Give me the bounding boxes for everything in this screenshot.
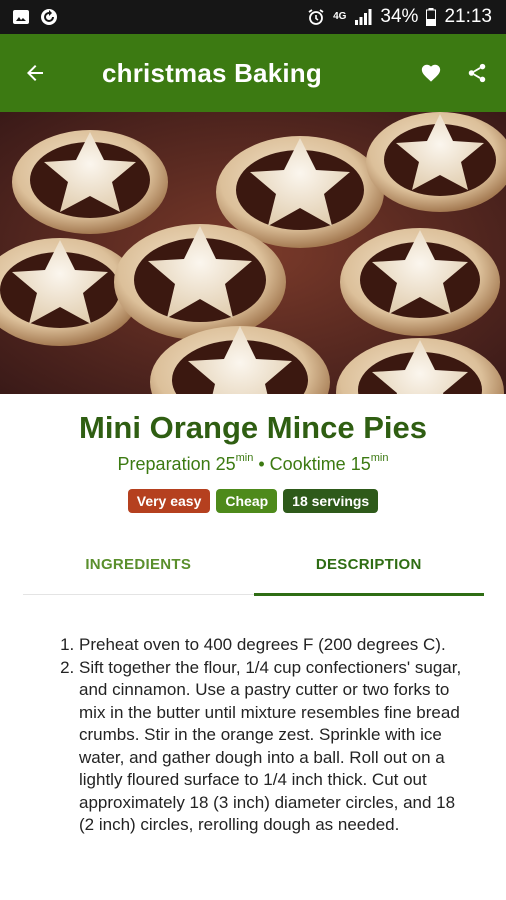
signal-icon — [355, 9, 372, 25]
step-item: Sift together the flour, 1/4 cup confect… — [79, 657, 469, 837]
sync-icon — [41, 9, 57, 25]
cook-unit: min — [370, 452, 389, 464]
share-button[interactable] — [464, 60, 490, 86]
cost-badge: Cheap — [216, 489, 278, 513]
heart-icon — [421, 64, 441, 82]
recipe-photo — [0, 112, 506, 394]
cook-time: Cooktime 15 — [269, 454, 371, 474]
battery-icon — [426, 8, 437, 26]
recipe-title: Mini Orange Mince Pies — [79, 410, 427, 445]
steps-list: Preheat oven to 400 degrees F (200 degre… — [49, 634, 469, 837]
difficulty-badge: Very easy — [127, 489, 211, 513]
back-button[interactable] — [0, 34, 70, 112]
prep-unit: min — [235, 452, 254, 464]
tab-description[interactable]: DESCRIPTION — [253, 534, 485, 596]
recipe-badges: Very easy Cheap 18 servings — [0, 489, 506, 513]
meta-separator: • — [253, 454, 270, 474]
app-title: christmas Baking — [102, 57, 322, 88]
alarm-icon — [308, 9, 324, 25]
share-icon — [468, 63, 486, 83]
gallery-icon — [13, 10, 29, 24]
favorite-button[interactable] — [418, 60, 444, 86]
app-bar: christmas Baking — [0, 34, 506, 112]
network-type: 4G — [333, 11, 347, 22]
status-bar: 4G 34% 21:13 — [0, 0, 506, 34]
tab-ingredients[interactable]: INGREDIENTS — [23, 534, 254, 594]
prep-time: Preparation 25 — [117, 454, 236, 474]
step-item: Preheat oven to 400 degrees F (200 degre… — [79, 634, 469, 657]
recipe-tabs: INGREDIENTS DESCRIPTION — [23, 534, 485, 596]
arrow-back-icon — [27, 65, 43, 81]
description-panel: Preheat oven to 400 degrees F (200 degre… — [49, 634, 469, 837]
clock-time: 21:13 — [444, 6, 492, 27]
recipe-times: Preparation 25min • Cooktime 15min — [0, 452, 506, 475]
servings-badge: 18 servings — [283, 489, 379, 513]
battery-percent: 34% — [380, 6, 419, 27]
